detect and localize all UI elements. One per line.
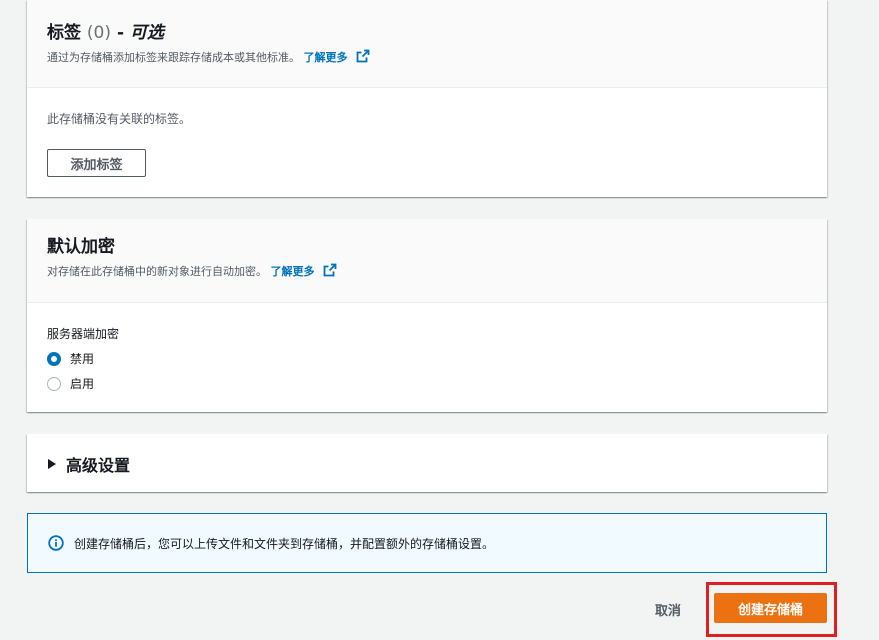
info-icon bbox=[48, 535, 64, 551]
advanced-settings-toggle[interactable]: 高级设置 bbox=[48, 452, 130, 476]
tags-title-dash: - bbox=[116, 23, 124, 43]
caret-right-icon bbox=[48, 459, 56, 469]
encryption-panel: 默认加密 对存储在此存储桶中的新对象进行自动加密。 了解更多 bbox=[27, 219, 827, 412]
tags-empty-text: 此存储桶没有关联的标签。 bbox=[47, 112, 192, 126]
encryption-learn-more-link[interactable]: 了解更多 bbox=[270, 263, 338, 278]
radio-button-selected[interactable] bbox=[47, 351, 61, 366]
encryption-panel-header: 默认加密 对存储在此存储桶中的新对象进行自动加密。 了解更多 bbox=[27, 219, 827, 303]
external-link-icon bbox=[323, 263, 337, 277]
tags-count: (0) bbox=[86, 23, 112, 43]
server-side-encryption-label: 服务器端加密 bbox=[47, 327, 120, 341]
encryption-learn-more-text: 了解更多 bbox=[270, 265, 315, 278]
tags-learn-more-link[interactable]: 了解更多 bbox=[303, 49, 371, 64]
tags-panel-header: 标签 (0) - 可选 通过为存储桶添加标签来跟踪存储成本或其他标准。 了解更多 bbox=[27, 0, 827, 88]
advanced-settings-panel: 高级设置 bbox=[27, 434, 827, 492]
advanced-settings-title: 高级设置 bbox=[66, 456, 131, 475]
encryption-description: 对存储在此存储桶中的新对象进行自动加密。 了解更多 bbox=[47, 263, 807, 280]
tags-title-text: 标签 bbox=[47, 23, 81, 43]
tags-title: 标签 (0) - 可选 bbox=[47, 22, 807, 44]
radio-enable-label: 启用 bbox=[70, 377, 95, 391]
encryption-title: 默认加密 bbox=[47, 237, 115, 257]
radio-enable[interactable]: 启用 bbox=[47, 375, 94, 392]
info-alert: 创建存储桶后，您可以上传文件和文件夹到存储桶，并配置额外的存储桶设置。 bbox=[27, 513, 827, 573]
tags-description-text: 通过为存储桶添加标签来跟踪存储成本或其他标准。 bbox=[47, 51, 300, 64]
radio-disable[interactable]: 禁用 bbox=[47, 350, 94, 367]
encryption-description-text: 对存储在此存储桶中的新对象进行自动加密。 bbox=[47, 265, 267, 278]
create-bucket-button[interactable]: 创建存储桶 bbox=[714, 593, 827, 623]
tags-optional-label: 可选 bbox=[129, 23, 164, 43]
cancel-button[interactable]: 取消 bbox=[640, 597, 696, 621]
tags-learn-more-text: 了解更多 bbox=[303, 51, 348, 64]
tags-panel: 标签 (0) - 可选 通过为存储桶添加标签来跟踪存储成本或其他标准。 了解更多… bbox=[27, 0, 827, 197]
tags-description: 通过为存储桶添加标签来跟踪存储成本或其他标准。 了解更多 bbox=[47, 49, 807, 66]
info-alert-text: 创建存储桶后，您可以上传文件和文件夹到存储桶，并配置额外的存储桶设置。 bbox=[74, 536, 495, 551]
add-tag-button[interactable]: 添加标签 bbox=[47, 149, 146, 177]
radio-button-unselected[interactable] bbox=[47, 376, 61, 391]
radio-disable-label: 禁用 bbox=[70, 352, 95, 366]
external-link-icon bbox=[356, 49, 370, 63]
